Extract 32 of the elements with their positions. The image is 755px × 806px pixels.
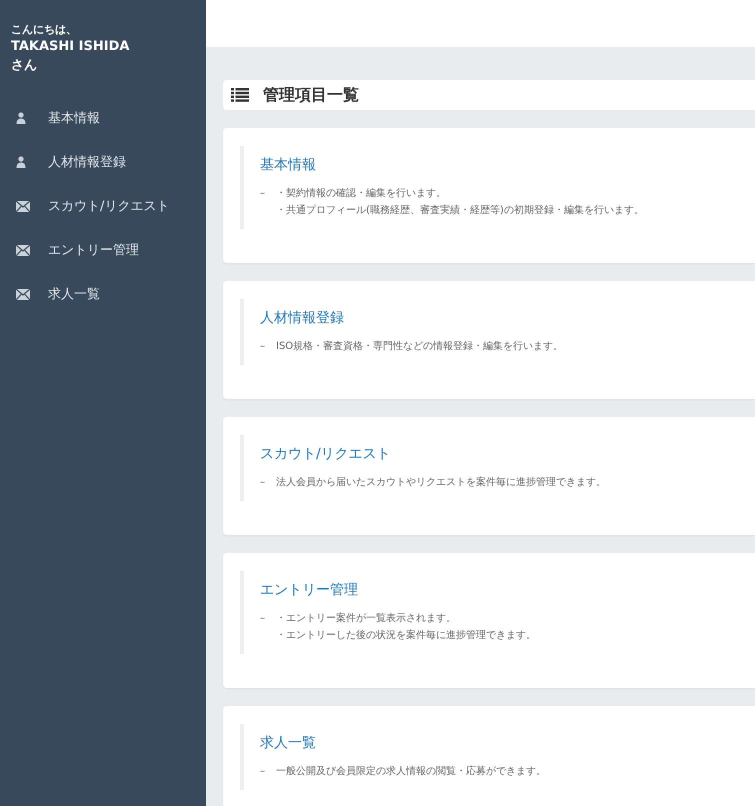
list-icon [231, 88, 249, 102]
envelope-icon [16, 244, 30, 256]
greeting-text: こんにちは、 [11, 22, 78, 38]
dash-mark: – [260, 340, 266, 354]
user-icon [16, 112, 26, 124]
honorific-text: さん [11, 57, 38, 75]
page-title: 管理項目一覧 [263, 84, 359, 106]
description-text: 一般公開及び会員限定の求人情報の閲覧・応募ができます。 [276, 764, 546, 779]
card-title-link[interactable]: 求人一覧 [260, 734, 755, 752]
card-title-link[interactable]: 基本情報 [260, 156, 755, 174]
user-icon [16, 156, 26, 168]
envelope-icon [16, 200, 30, 212]
description-text: 法人会員から届いたスカウトやリクエストを案件毎に進捗管理できます。 [276, 476, 606, 490]
card-title-link[interactable]: エントリー管理 [260, 581, 755, 599]
card-title-link[interactable]: 人材情報登録 [260, 309, 755, 327]
sidebar-item[interactable]: 求人一覧 [0, 272, 206, 316]
description-text: ・エントリー案件が一覧表示されます。 [276, 612, 457, 626]
description-text: ISO規格・審査資格・専門性などの情報登録・編集を行います。 [276, 340, 564, 354]
description-text: ・契約情報の確認・編集を行います。 [276, 186, 447, 201]
user-name: TAKASHI ISHIDA [11, 38, 130, 56]
sidebar-item[interactable]: 基本情報 [0, 96, 206, 140]
dash-mark: – [260, 612, 266, 626]
dash-mark: – [260, 187, 266, 201]
card-title-link[interactable]: スカウト/リクエスト [260, 445, 755, 463]
description-text: ・エントリーした後の状況を案件毎に進捗管理できます。 [276, 628, 536, 643]
dash-mark: – [260, 476, 266, 490]
sidebar-item[interactable]: エントリー管理 [0, 228, 206, 272]
sidebar-item[interactable]: スカウト/リクエスト [0, 184, 206, 228]
sidebar-item[interactable]: 人材情報登録 [0, 140, 206, 184]
envelope-icon [16, 288, 30, 300]
dash-mark: – [260, 765, 266, 779]
description-text: ・共通プロフィール(職務経歴、審査実績・経歴等)の初期登録・編集を行います。 [276, 204, 644, 218]
